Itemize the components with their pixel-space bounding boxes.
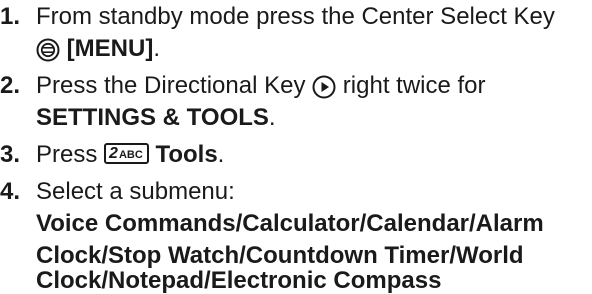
key-letters: ABC [118,149,143,162]
punctuation: . [217,141,225,168]
step-text: Press the Directional Key [36,72,306,99]
step-3: 3. Press 2ABC Tools. [0,139,224,171]
key-2abc-icon: 2ABC [104,143,149,165]
step-text: Select a submenu: [36,178,235,205]
settings-tools-label: SETTINGS & TOOLS [36,104,269,131]
step-1-line-2: [MENU]. [0,33,160,65]
instruction-steps: 1. From standby mode press the Center Sel… [0,0,592,294]
step-text: Press [36,141,98,168]
step-number: 2. [0,72,21,99]
step-number: 4. [0,178,21,205]
menu-label: [MENU] [66,35,154,62]
center-select-key-icon [36,38,60,62]
step-1-line-1: 1. From standby mode press the Center Sel… [0,1,555,33]
directional-right-key-icon [312,75,336,99]
step-2-line-2: SETTINGS & TOOLS. [0,102,276,134]
submenu-line-3: Clock/Notepad/Electronic Compass [36,267,442,294]
step-4-line-1: 4. Select a submenu: [0,176,235,208]
step-text: right twice for [342,72,486,99]
step-number: 3. [0,141,21,168]
key-digit: 2 [109,145,118,163]
punctuation: . [153,35,160,62]
step-number: 1. [0,3,21,30]
submenu-line-1: Voice Commands/Calculator/Calendar/Alarm [36,210,544,237]
punctuation: . [268,104,276,131]
step-text: From standby mode press the Center Selec… [36,3,555,30]
tools-label: Tools [155,141,218,168]
step-2-line-1: 2. Press the Directional Key right twice … [0,70,486,102]
